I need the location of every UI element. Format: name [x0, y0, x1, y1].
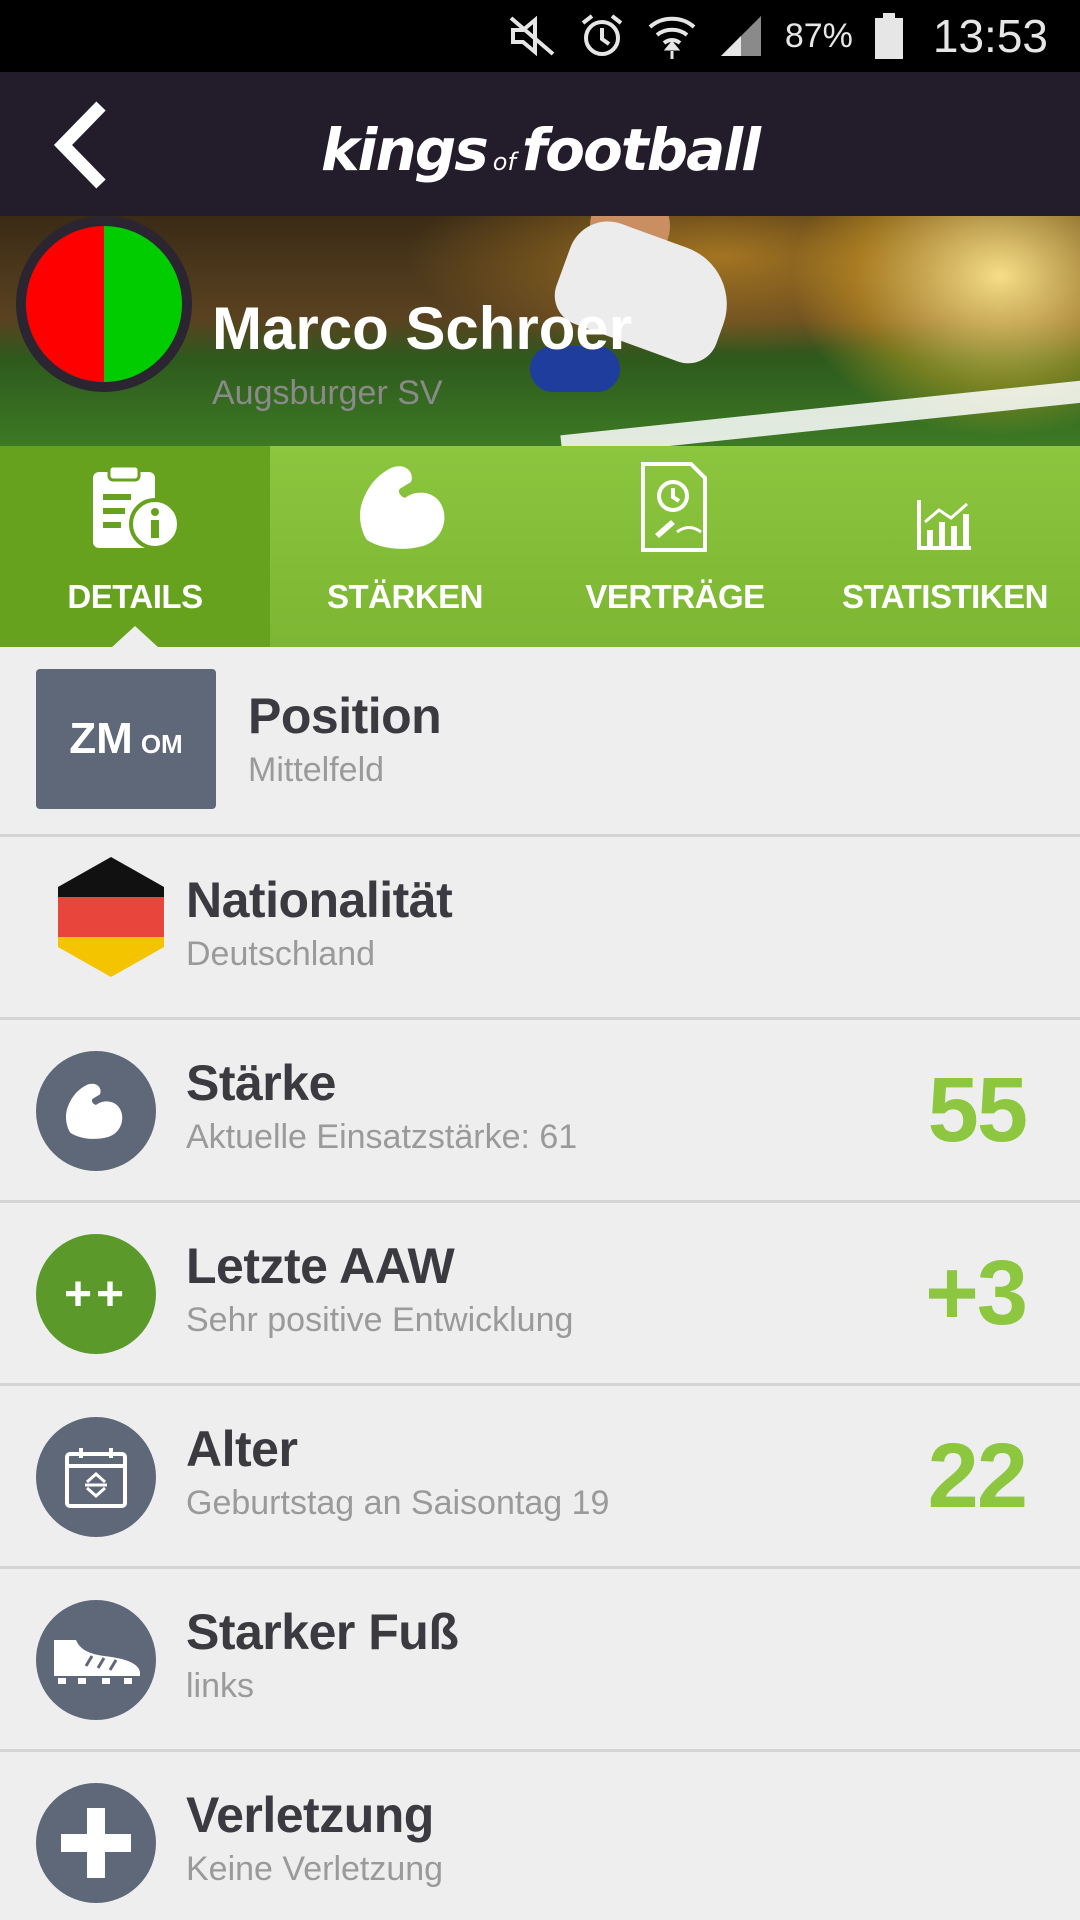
strength-circle	[36, 1051, 156, 1171]
nationality-value: Deutschland	[186, 935, 376, 973]
age-value: 22	[927, 1425, 1028, 1527]
list-item-strong-foot[interactable]: Starker Fuß links	[0, 1569, 1080, 1752]
list-item-age[interactable]: Alter Geburtstag an Saisontag 19 22	[0, 1386, 1080, 1569]
battery-percent: 87%	[784, 16, 853, 55]
calendar-icon	[65, 1448, 127, 1508]
tab-details-label: DETAILS	[67, 578, 203, 615]
strength-subtitle: Aktuelle Einsatzstärke: 61	[186, 1118, 578, 1156]
tab-staerken-label: STÄRKEN	[326, 578, 484, 615]
position-value: Mittelfeld	[248, 751, 385, 789]
position-title: Position	[248, 688, 442, 744]
aaw-badge: ++	[36, 1234, 156, 1354]
statistics-icon	[917, 500, 971, 550]
club-badge-right	[104, 226, 182, 382]
player-name: Marco Schroer	[212, 295, 633, 362]
strength-value: 55	[927, 1059, 1028, 1161]
injury-circle	[36, 1783, 156, 1903]
list-item-position[interactable]: ZM OM Position Mittelfeld	[0, 647, 1080, 837]
tab-details[interactable]: DETAILS	[0, 446, 270, 648]
tab-vertraege[interactable]: VERTRÄGE	[540, 446, 810, 647]
list-item-strength[interactable]: Stärke Aktuelle Einsatzstärke: 61 55	[0, 1020, 1080, 1203]
injury-title: Verletzung	[186, 1787, 434, 1843]
injury-value: Keine Verletzung	[186, 1850, 444, 1888]
club-badge-left	[26, 226, 104, 382]
list-item-last-aaw[interactable]: ++ Letzte AAW Sehr positive Entwicklung …	[0, 1203, 1080, 1386]
foot-title: Starker Fuß	[186, 1604, 459, 1660]
tab-statistiken[interactable]: STATISTIKEN	[810, 446, 1080, 647]
aaw-title: Letzte AAW	[186, 1238, 455, 1294]
aaw-badge-text: ++	[63, 1267, 129, 1321]
aaw-subtitle: Sehr positive Entwicklung	[186, 1301, 574, 1339]
wifi-icon	[647, 13, 697, 59]
position-chip-main: ZM	[69, 714, 133, 763]
tab-staerken[interactable]: STÄRKEN	[270, 446, 540, 647]
strength-title: Stärke	[186, 1055, 336, 1111]
foot-value: links	[186, 1667, 255, 1705]
clock: 13:53	[932, 10, 1048, 62]
logo-text-kings: kings	[320, 116, 489, 184]
position-chip: ZM OM	[36, 669, 216, 809]
foot-circle	[36, 1600, 156, 1720]
details-list: ZM OM Position Mittelfeld Nationalität D…	[0, 647, 1080, 1920]
muscle-icon	[66, 1083, 123, 1139]
contract-icon	[641, 462, 707, 552]
tab-bar: DETAILS STÄRKEN VERTRÄGE STATISTIKEN	[0, 446, 1080, 648]
tab-vertraege-label: VERTRÄGE	[585, 578, 765, 615]
club-badge	[16, 216, 192, 392]
tab-statistiken-label: STATISTIKEN	[842, 578, 1048, 615]
app-bar: kings of football	[0, 72, 1080, 216]
list-item-nationality[interactable]: Nationalität Deutschland	[0, 837, 1080, 1020]
alarm-icon	[579, 13, 625, 59]
logo-text-of: of	[492, 148, 516, 176]
muscle-icon	[360, 466, 445, 549]
active-tab-indicator	[111, 626, 159, 648]
logo-text-football: football	[521, 116, 761, 184]
age-circle	[36, 1417, 156, 1537]
mute-icon	[507, 14, 557, 58]
age-subtitle: Geburtstag an Saisontag 19	[186, 1484, 610, 1522]
details-info-icon	[93, 464, 181, 550]
age-title: Alter	[186, 1421, 298, 1477]
nationality-title: Nationalität	[186, 872, 453, 928]
aaw-value: +3	[925, 1242, 1028, 1344]
status-bar: 87% 13:53	[0, 0, 1080, 72]
battery-icon	[874, 13, 903, 59]
position-chip-secondary: OM	[140, 728, 183, 759]
app-logo: kings of football	[0, 116, 1080, 184]
germany-flag-icon	[58, 857, 164, 977]
medical-cross-icon	[61, 1808, 131, 1878]
player-club: Augsburger SV	[212, 374, 443, 412]
signal-icon	[719, 14, 763, 58]
boot-icon	[54, 1640, 140, 1684]
list-item-injury[interactable]: Verletzung Keine Verletzung	[0, 1752, 1080, 1920]
hero-pitch-line	[560, 376, 1080, 446]
